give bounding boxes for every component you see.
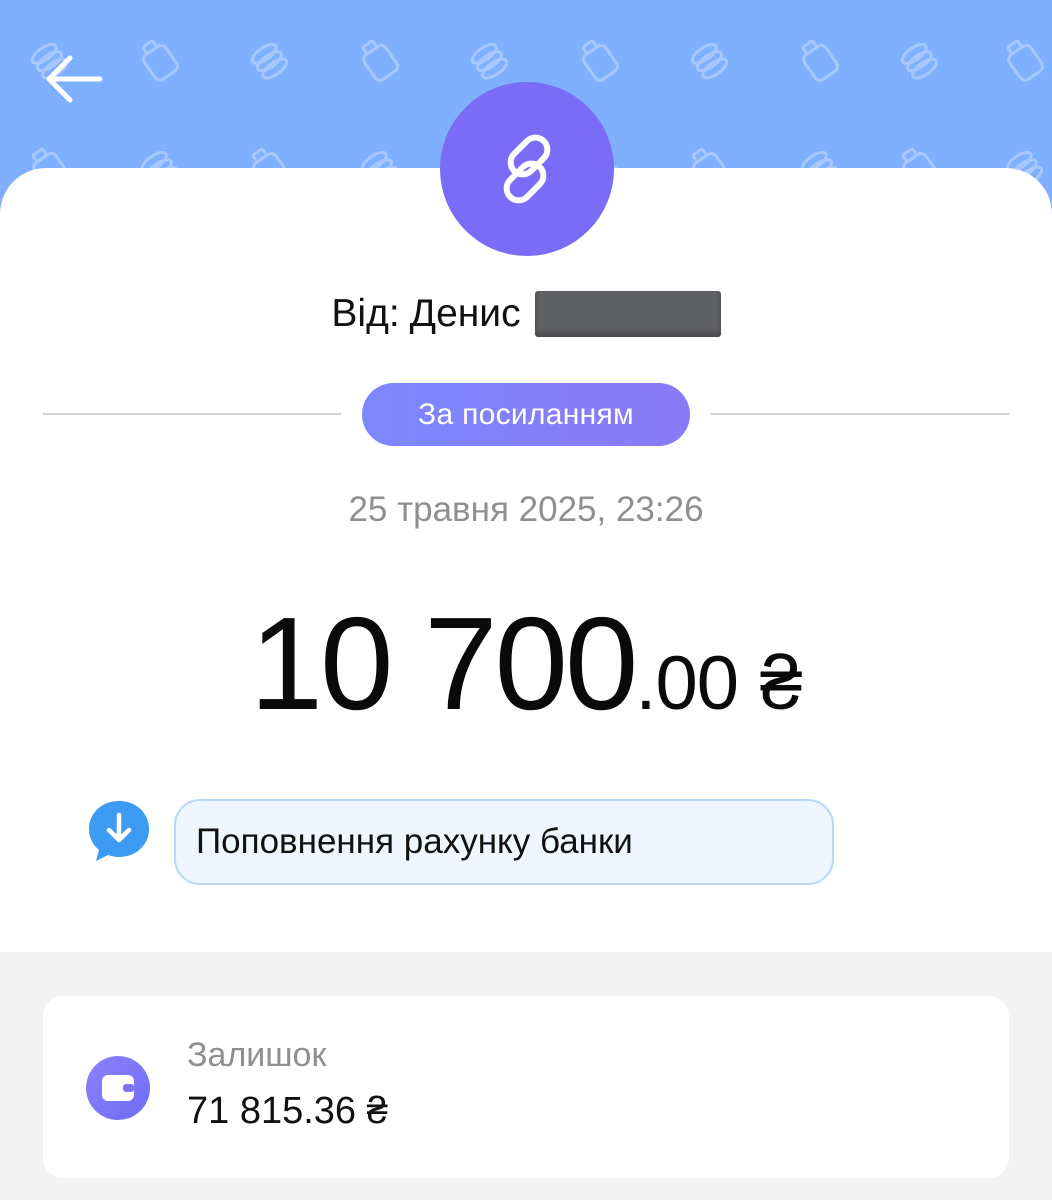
divider-right [711,413,1009,415]
currency-symbol: ₴ [760,641,803,726]
wallet-icon [86,1056,150,1120]
divider-left [43,413,341,415]
redacted-surname [534,291,721,337]
comment-text: Поповнення рахунку банки [196,822,633,861]
transfer-type-badge: За посиланням [362,383,690,446]
sender-row: Від: Денис [0,284,1052,344]
sender-label: Від: [331,292,400,335]
balance-card: Залишок 71 815.36 ₴ [43,996,1009,1178]
link-icon [503,134,551,204]
sender-name: Денис [409,292,521,335]
balance-value: 71 815.36 ₴ [187,1090,388,1132]
pattern-glyph [141,39,179,82]
balance-label: Залишок [187,1036,327,1074]
amount-integer: 10 700 [249,590,639,737]
arrow-left-icon [46,55,103,103]
amount-decimal: .00 [635,641,739,726]
pattern-glyph [690,42,729,80]
comment-bubble: Поповнення рахунку банки [174,799,834,885]
pattern-glyph [470,42,509,80]
pattern-glyph [1006,39,1044,82]
pattern-glyph [801,39,839,82]
comment-download-icon [86,798,152,864]
pattern-glyph [250,42,289,80]
back-button[interactable] [36,44,116,116]
pattern-glyph [581,39,619,82]
transaction-type-avatar [440,82,614,256]
transaction-datetime: 25 травня 2025, 23:26 [348,490,704,529]
transaction-amount: 10 700.00 ₴ [0,588,1052,739]
pattern-glyph [900,42,939,80]
pattern-glyph [361,39,399,82]
